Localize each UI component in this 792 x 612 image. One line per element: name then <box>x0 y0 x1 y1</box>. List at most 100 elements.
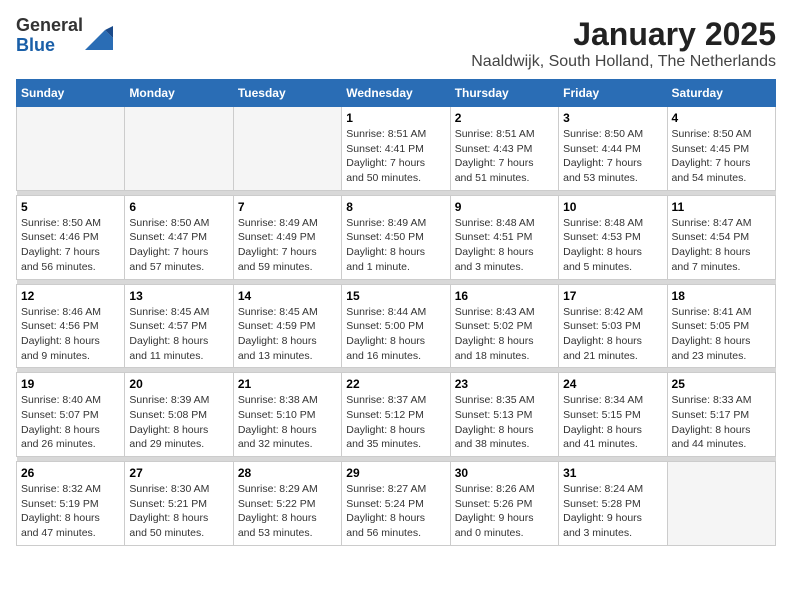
calendar-day: 8 Sunrise: 8:49 AM Sunset: 4:50 PM Daylig… <box>342 195 450 279</box>
calendar-week-3: 12Sunrise: 8:46 AM Sunset: 4:56 PM Dayli… <box>17 284 776 368</box>
calendar-header-tuesday: Tuesday <box>233 80 341 107</box>
day-info: Sunrise: 8:24 AM Sunset: 5:28 PM Dayligh… <box>563 482 662 541</box>
calendar-header-saturday: Saturday <box>667 80 775 107</box>
day-info: Sunrise: 8:27 AM Sunset: 5:24 PM Dayligh… <box>346 482 445 541</box>
day-number: 6 <box>129 200 228 214</box>
calendar-day: 10 Sunrise: 8:48 AM Sunset: 4:53 PM Dayli… <box>559 195 667 279</box>
day-info: Sunrise: 8:46 AM Sunset: 4:56 PM Dayligh… <box>21 305 120 364</box>
day-info: Sunrise: 8:41 AM Sunset: 5:05 PM Dayligh… <box>672 305 771 364</box>
day-info: Sunrise: 8:49 AM Sunset: 4:49 PM Dayligh… <box>238 216 337 275</box>
day-info: Sunrise: 8:33 AM Sunset: 5:17 PM Dayligh… <box>672 393 771 452</box>
calendar-week-2: 5 Sunrise: 8:50 AM Sunset: 4:46 PM Daylig… <box>17 195 776 279</box>
calendar-header-sunday: Sunday <box>17 80 125 107</box>
day-number: 7 <box>238 200 337 214</box>
calendar-header-monday: Monday <box>125 80 233 107</box>
calendar-day: 22Sunrise: 8:37 AM Sunset: 5:12 PM Dayli… <box>342 373 450 457</box>
day-number: 24 <box>563 377 662 391</box>
day-info: Sunrise: 8:38 AM Sunset: 5:10 PM Dayligh… <box>238 393 337 452</box>
day-info: Sunrise: 8:42 AM Sunset: 5:03 PM Dayligh… <box>563 305 662 364</box>
day-number: 18 <box>672 289 771 303</box>
calendar-day: 24 Sunrise: 8:34 AM Sunset: 5:15 PM Dayli… <box>559 373 667 457</box>
day-info: Sunrise: 8:34 AM Sunset: 5:15 PM Dayligh… <box>563 393 662 452</box>
calendar-day: 6 Sunrise: 8:50 AM Sunset: 4:47 PM Daylig… <box>125 195 233 279</box>
calendar-day: 20 Sunrise: 8:39 AM Sunset: 5:08 PM Dayli… <box>125 373 233 457</box>
page-title: January 2025 <box>471 16 776 53</box>
calendar-week-4: 19Sunrise: 8:40 AM Sunset: 5:07 PM Dayli… <box>17 373 776 457</box>
day-info: Sunrise: 8:40 AM Sunset: 5:07 PM Dayligh… <box>21 393 120 452</box>
day-info: Sunrise: 8:26 AM Sunset: 5:26 PM Dayligh… <box>455 482 554 541</box>
calendar-day: 1 Sunrise: 8:51 AM Sunset: 4:41 PM Daylig… <box>342 107 450 191</box>
day-info: Sunrise: 8:49 AM Sunset: 4:50 PM Dayligh… <box>346 216 445 275</box>
calendar-day: 2 Sunrise: 8:51 AM Sunset: 4:43 PM Daylig… <box>450 107 558 191</box>
calendar-table: SundayMondayTuesdayWednesdayThursdayFrid… <box>16 79 776 546</box>
day-info: Sunrise: 8:35 AM Sunset: 5:13 PM Dayligh… <box>455 393 554 452</box>
day-number: 14 <box>238 289 337 303</box>
day-number: 21 <box>238 377 337 391</box>
calendar-day: 25 Sunrise: 8:33 AM Sunset: 5:17 PM Dayli… <box>667 373 775 457</box>
calendar-day: 18 Sunrise: 8:41 AM Sunset: 5:05 PM Dayli… <box>667 284 775 368</box>
day-info: Sunrise: 8:45 AM Sunset: 4:57 PM Dayligh… <box>129 305 228 364</box>
calendar-day: 31 Sunrise: 8:24 AM Sunset: 5:28 PM Dayli… <box>559 462 667 546</box>
day-number: 31 <box>563 466 662 480</box>
calendar-day: 15 Sunrise: 8:44 AM Sunset: 5:00 PM Dayli… <box>342 284 450 368</box>
calendar-week-1: 1 Sunrise: 8:51 AM Sunset: 4:41 PM Daylig… <box>17 107 776 191</box>
day-info: Sunrise: 8:50 AM Sunset: 4:44 PM Dayligh… <box>563 127 662 186</box>
day-number: 20 <box>129 377 228 391</box>
calendar-day: 30 Sunrise: 8:26 AM Sunset: 5:26 PM Dayli… <box>450 462 558 546</box>
day-info: Sunrise: 8:51 AM Sunset: 4:43 PM Dayligh… <box>455 127 554 186</box>
calendar-day: 19Sunrise: 8:40 AM Sunset: 5:07 PM Dayli… <box>17 373 125 457</box>
calendar-day <box>667 462 775 546</box>
calendar-day: 17 Sunrise: 8:42 AM Sunset: 5:03 PM Dayli… <box>559 284 667 368</box>
day-info: Sunrise: 8:48 AM Sunset: 4:51 PM Dayligh… <box>455 216 554 275</box>
day-info: Sunrise: 8:50 AM Sunset: 4:45 PM Dayligh… <box>672 127 771 186</box>
calendar-header-row: SundayMondayTuesdayWednesdayThursdayFrid… <box>17 80 776 107</box>
day-info: Sunrise: 8:51 AM Sunset: 4:41 PM Dayligh… <box>346 127 445 186</box>
day-number: 29 <box>346 466 445 480</box>
calendar-day: 4 Sunrise: 8:50 AM Sunset: 4:45 PM Daylig… <box>667 107 775 191</box>
calendar-day: 7 Sunrise: 8:49 AM Sunset: 4:49 PM Daylig… <box>233 195 341 279</box>
calendar-day: 27Sunrise: 8:30 AM Sunset: 5:21 PM Dayli… <box>125 462 233 546</box>
day-number: 26 <box>21 466 120 480</box>
calendar-day: 11Sunrise: 8:47 AM Sunset: 4:54 PM Dayli… <box>667 195 775 279</box>
day-info: Sunrise: 8:32 AM Sunset: 5:19 PM Dayligh… <box>21 482 120 541</box>
day-info: Sunrise: 8:50 AM Sunset: 4:46 PM Dayligh… <box>21 216 120 275</box>
day-info: Sunrise: 8:44 AM Sunset: 5:00 PM Dayligh… <box>346 305 445 364</box>
day-number: 28 <box>238 466 337 480</box>
logo-blue: Blue <box>16 35 55 55</box>
day-info: Sunrise: 8:39 AM Sunset: 5:08 PM Dayligh… <box>129 393 228 452</box>
calendar-day: 12Sunrise: 8:46 AM Sunset: 4:56 PM Dayli… <box>17 284 125 368</box>
calendar-day: 21 Sunrise: 8:38 AM Sunset: 5:10 PM Dayli… <box>233 373 341 457</box>
calendar-day: 26 Sunrise: 8:32 AM Sunset: 5:19 PM Dayli… <box>17 462 125 546</box>
title-block: January 2025 Naaldwijk, South Holland, T… <box>471 16 776 71</box>
day-info: Sunrise: 8:50 AM Sunset: 4:47 PM Dayligh… <box>129 216 228 275</box>
day-info: Sunrise: 8:37 AM Sunset: 5:12 PM Dayligh… <box>346 393 445 452</box>
day-info: Sunrise: 8:48 AM Sunset: 4:53 PM Dayligh… <box>563 216 662 275</box>
page-header: General Blue January 2025 Naaldwijk, Sou… <box>16 16 776 71</box>
calendar-header-thursday: Thursday <box>450 80 558 107</box>
day-number: 10 <box>563 200 662 214</box>
day-number: 5 <box>21 200 120 214</box>
calendar-day: 13Sunrise: 8:45 AM Sunset: 4:57 PM Dayli… <box>125 284 233 368</box>
day-number: 1 <box>346 111 445 125</box>
day-number: 2 <box>455 111 554 125</box>
logo-general: General <box>16 15 83 35</box>
calendar-day: 5 Sunrise: 8:50 AM Sunset: 4:46 PM Daylig… <box>17 195 125 279</box>
day-info: Sunrise: 8:45 AM Sunset: 4:59 PM Dayligh… <box>238 305 337 364</box>
day-info: Sunrise: 8:30 AM Sunset: 5:21 PM Dayligh… <box>129 482 228 541</box>
calendar-day: 28 Sunrise: 8:29 AM Sunset: 5:22 PM Dayli… <box>233 462 341 546</box>
day-number: 8 <box>346 200 445 214</box>
day-number: 25 <box>672 377 771 391</box>
calendar-day <box>233 107 341 191</box>
day-number: 4 <box>672 111 771 125</box>
calendar-day: 9Sunrise: 8:48 AM Sunset: 4:51 PM Daylig… <box>450 195 558 279</box>
calendar-day: 3Sunrise: 8:50 AM Sunset: 4:44 PM Daylig… <box>559 107 667 191</box>
calendar-week-5: 26 Sunrise: 8:32 AM Sunset: 5:19 PM Dayli… <box>17 462 776 546</box>
calendar-header-friday: Friday <box>559 80 667 107</box>
day-number: 15 <box>346 289 445 303</box>
day-number: 11 <box>672 200 771 214</box>
day-number: 30 <box>455 466 554 480</box>
day-info: Sunrise: 8:29 AM Sunset: 5:22 PM Dayligh… <box>238 482 337 541</box>
calendar-day: 29 Sunrise: 8:27 AM Sunset: 5:24 PM Dayli… <box>342 462 450 546</box>
day-number: 17 <box>563 289 662 303</box>
calendar-day: 16Sunrise: 8:43 AM Sunset: 5:02 PM Dayli… <box>450 284 558 368</box>
